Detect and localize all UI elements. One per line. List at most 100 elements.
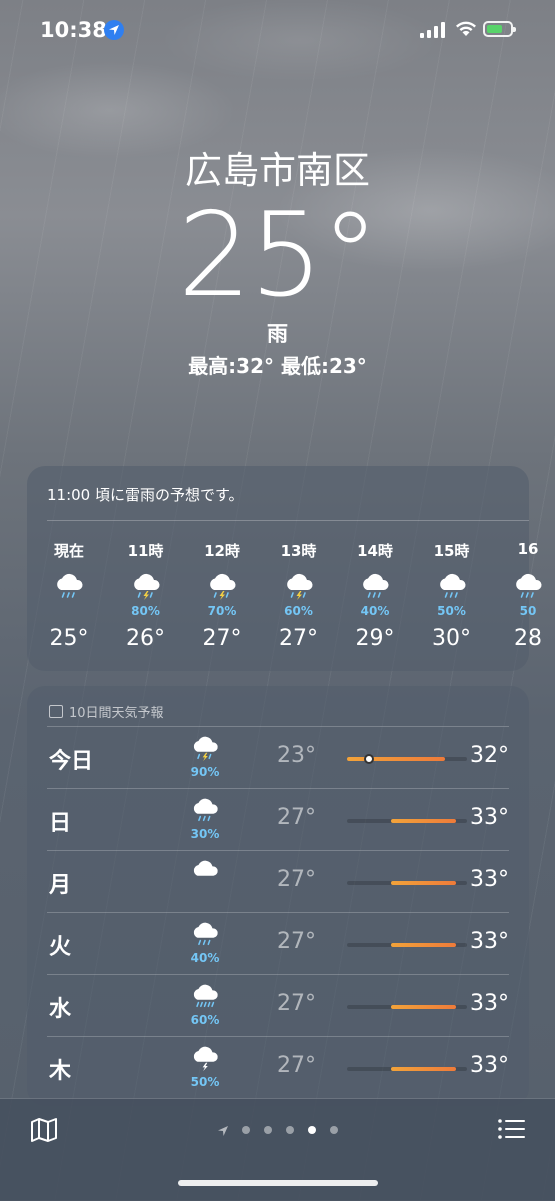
cloud-icon	[185, 857, 225, 889]
temperature-range-bar	[347, 1005, 467, 1009]
temperature-range-bar	[347, 754, 467, 764]
daily-row[interactable]: 今日 90% 23° 32°	[47, 726, 509, 789]
precipitation-chance: 50	[519, 604, 537, 618]
hourly-item: 11時 80% 26°	[108, 540, 184, 651]
rain-cloud-icon	[31, 570, 107, 604]
temperature-range-bar	[347, 819, 467, 823]
hourly-item: 現在 25°	[31, 540, 107, 651]
rain-cloud-icon	[414, 570, 490, 604]
hour-temperature: 26°	[126, 626, 165, 651]
high-temperature: 33°	[470, 991, 509, 1016]
heavy-rain-cloud-icon: 60%	[185, 981, 225, 1027]
precipitation-chance: 40%	[360, 604, 390, 618]
hour-label: 15時	[433, 542, 470, 560]
rain-cloud-icon	[337, 570, 413, 604]
temperature-range-bar	[347, 943, 467, 947]
status-time: 10:38	[40, 18, 107, 42]
rain-cloud-icon: 40%	[185, 919, 225, 965]
high-low-temperature: 最高:32° 最低:23°	[188, 354, 367, 378]
precipitation-chance: 70%	[207, 604, 237, 618]
hour-label: 12時	[204, 542, 240, 560]
hour-label: 13時	[280, 542, 317, 560]
hour-temperature: 28	[514, 626, 542, 651]
list-icon[interactable]	[497, 1117, 525, 1141]
calendar-icon	[49, 705, 63, 718]
page-dot[interactable]	[330, 1126, 338, 1134]
hourly-item: 16 50 28	[490, 540, 555, 651]
location-page-icon	[216, 1123, 230, 1142]
rain-cloud-icon: 30%	[185, 795, 225, 841]
hourly-item: 14時 40% 29°	[337, 540, 413, 651]
low-temperature: 27°	[277, 991, 316, 1016]
lightning-cloud-icon: 50%	[185, 1043, 225, 1089]
daily-row[interactable]: 木 50% 27° 33°	[47, 1036, 509, 1099]
precipitation-chance: 30%	[190, 827, 220, 841]
page-dot[interactable]	[264, 1126, 272, 1134]
thunderstorm-icon	[108, 570, 184, 604]
wifi-icon	[456, 21, 476, 36]
ten-day-header: 10日間天気予報	[49, 702, 164, 721]
high-temperature: 33°	[470, 867, 509, 892]
day-label: 月	[49, 873, 72, 898]
low-temperature: 23°	[277, 743, 316, 768]
temperature-range-bar	[347, 1067, 467, 1071]
status-bar: 10:38	[0, 0, 555, 62]
hour-temperature: 30°	[432, 626, 471, 651]
daily-row[interactable]: 日 30% 27° 33°	[47, 788, 509, 851]
precipitation-chance: 80%	[131, 604, 160, 618]
hour-label: 11時	[127, 542, 164, 560]
day-label: 日	[49, 811, 72, 836]
hourly-item: 12時 70% 27°	[184, 540, 260, 651]
page-dot[interactable]	[286, 1126, 294, 1134]
hour-temperature: 29°	[355, 626, 395, 651]
city-name: 広島市南区	[185, 149, 370, 192]
hour-label: 現在	[53, 542, 84, 560]
hour-temperature: 25°	[49, 626, 89, 651]
page-dot[interactable]	[242, 1126, 250, 1134]
hourly-summary: 11:00 頃に雷雨の予想です。	[47, 486, 244, 504]
cellular-signal-icon	[420, 22, 445, 38]
precipitation-chance: 90%	[190, 765, 220, 779]
hourly-item: 13時 60% 27°	[261, 540, 337, 651]
high-temperature: 33°	[470, 805, 509, 830]
current-condition: 雨	[267, 322, 288, 346]
page-dot[interactable]	[308, 1126, 316, 1134]
precipitation-chance: 40%	[190, 951, 220, 965]
temperature-range-bar	[347, 881, 467, 885]
day-label: 今日	[49, 749, 94, 774]
high-temperature: 33°	[470, 1053, 509, 1078]
hour-label: 16	[517, 540, 539, 558]
hour-temperature: 27°	[202, 626, 242, 651]
ten-day-forecast-card[interactable]: 10日間天気予報 今日 90% 23° 32° 日 30% 27° 33° 月 27° 33° 火 40…	[27, 686, 529, 1106]
thunderstorm-icon: 90%	[185, 733, 225, 779]
precipitation-chance: 50%	[437, 604, 466, 618]
high-temperature: 32°	[470, 743, 509, 768]
day-label: 水	[49, 997, 72, 1022]
daily-row[interactable]: 月 27° 33°	[47, 850, 509, 913]
rain-cloud-icon	[490, 570, 555, 604]
map-icon[interactable]	[30, 1117, 58, 1143]
day-label: 木	[49, 1059, 72, 1084]
low-temperature: 27°	[277, 867, 316, 892]
low-temperature: 27°	[277, 929, 316, 954]
ten-day-header-label: 10日間天気予報	[69, 706, 164, 721]
location-arrow-icon	[104, 20, 124, 40]
divider	[47, 520, 529, 521]
low-temperature: 27°	[277, 805, 316, 830]
low-temperature: 27°	[277, 1053, 316, 1078]
daily-row[interactable]: 火 40% 27° 33°	[47, 912, 509, 975]
precipitation-chance	[31, 604, 107, 622]
hour-temperature: 27°	[279, 626, 318, 651]
daily-row[interactable]: 水 60% 27° 33°	[47, 974, 509, 1037]
thunderstorm-icon	[261, 570, 337, 604]
precipitation-chance: 60%	[190, 1013, 220, 1027]
thunderstorm-icon	[184, 570, 260, 604]
day-label: 火	[49, 935, 72, 960]
home-indicator	[178, 1180, 378, 1186]
hourly-item: 15時 50% 30°	[414, 540, 490, 651]
current-temperature: 25°	[177, 188, 380, 323]
battery-icon	[483, 21, 516, 37]
current-temp-marker	[363, 754, 374, 764]
hourly-forecast-card[interactable]: 11:00 頃に雷雨の予想です。 現在 25° 11時 80% 26° 12時 70% 27°…	[27, 466, 542, 671]
hour-label: 14時	[357, 542, 393, 560]
